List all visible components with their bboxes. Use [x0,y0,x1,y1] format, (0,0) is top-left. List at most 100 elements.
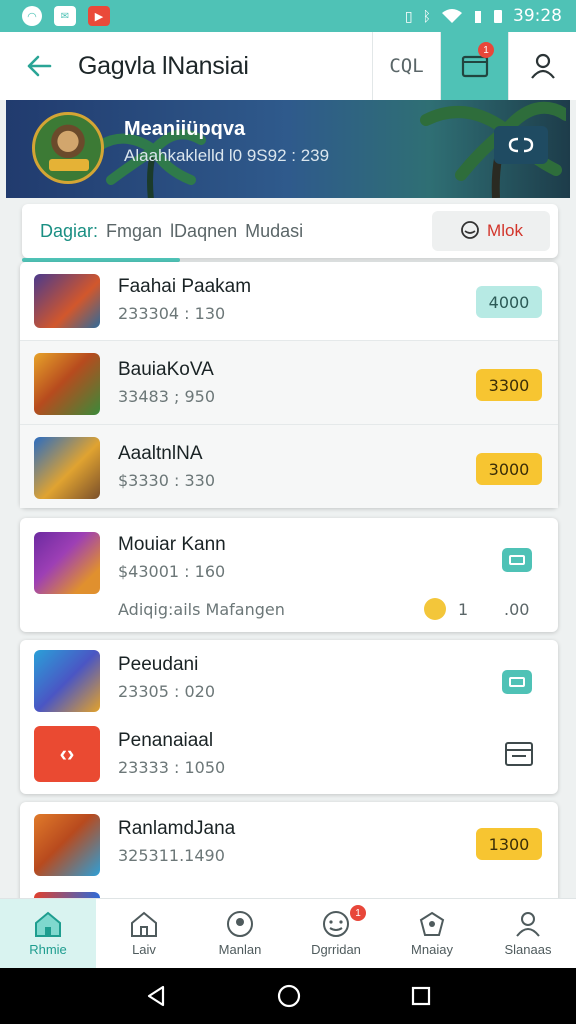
item-title: BauiaKoVA [118,359,214,380]
code-button[interactable]: CQL [372,32,440,100]
nav-item-dgrridan[interactable]: 1 Dgrridan [288,899,384,968]
game-list-card-3: RanlamdJana 325311.1490 1300 [20,802,558,912]
user-icon [530,53,555,79]
nav-item-mnaiay[interactable]: Mnaiay [384,899,480,968]
status-bar: ◠ ✉ ▶ ▯ ᛒ 39:28 [0,0,576,32]
emoji-icon [424,598,446,620]
chat-icon [461,221,479,239]
stat-b: .00 [504,600,530,619]
profile-subtitle: Alaahkaklelld l0 9S92 : 239 [124,146,330,165]
house-outline-icon [131,911,157,937]
nav-label: Laiv [132,942,156,957]
person-icon [516,912,540,937]
item-title: Peeudani [118,654,199,675]
system-navigation [0,968,576,1024]
list-item[interactable]: AaaltnlNA $3330 : 330 3000 [20,424,558,508]
nav-label: Manlan [218,942,262,957]
nav-item-home[interactable]: Rhmie [0,899,96,968]
game-thumbnail [34,274,100,328]
item-subtitle: 325311.1490 [118,846,225,865]
inbox-button[interactable]: 1 [440,32,508,100]
play-store-icon: ▶ [88,6,110,26]
profile-button[interactable] [508,32,576,100]
tab-mudasi[interactable]: Mudasi [245,221,303,242]
item-subtitle: 233304 : 130 [118,304,226,323]
avatar[interactable] [32,112,104,184]
nav-item-manlan[interactable]: Manlan [192,899,288,968]
vibrate-icon: ▯ [404,7,413,24]
list-item[interactable]: BauiaKoVA 33483 ; 950 3300 [20,340,558,424]
clock: 39:28 [513,6,562,26]
list-item[interactable]: Peeudani 23305 : 020 [20,640,558,716]
game-list-card: Faahai Paakam 233304 : 130 4000 BauiaKoV… [20,262,558,508]
game-thumbnail [34,437,100,499]
nav-item-laiv[interactable]: Laiv [96,899,192,968]
item-subtitle: $3330 : 330 [118,471,215,490]
game-thumbnail [34,353,100,415]
price-badge[interactable]: 1300 [476,828,542,860]
stat-a: 1 [458,600,469,619]
category-tabs: Dagiar: Fmgan lDaqnen Mudasi Mlok [22,204,558,262]
star-shield-icon [419,911,445,936]
item-title: Penanaiaal [118,730,214,751]
nav-item-slanaas[interactable]: Slanaas [480,899,576,968]
price-badge[interactable]: 3000 [476,453,542,485]
item-note: Adiqig:ails Mafangen [118,600,285,619]
nav-label: Slanaas [504,942,552,957]
system-recents-icon[interactable] [410,985,432,1007]
page-title: Gagvla lNansiai [78,51,249,80]
calendar-icon[interactable] [504,740,534,768]
game-thumbnail: ‹› [34,726,100,782]
bluetooth-icon: ᛒ [422,8,431,24]
item-title: Mouiar Kann [118,534,226,555]
back-arrow-icon [27,55,52,77]
nav-label: Dgrridan [311,942,361,957]
tab-fmgan[interactable]: Fmgan [106,221,162,242]
battery-icon [494,10,502,23]
item-title: AaaltnlNA [118,443,203,464]
face-icon [323,911,349,937]
list-item[interactable]: ‹› Penanaiaal 23333 : 1050 [20,716,558,794]
action-mini-button[interactable] [502,670,532,694]
game-thumbnail [34,814,100,876]
notification-circle-icon: ◠ [22,6,42,26]
system-home-icon[interactable] [276,983,302,1009]
tab-dagiar[interactable]: Dagiar: [40,221,98,242]
chat-action-button[interactable]: Mlok [432,211,550,251]
notification-badge: 1 [478,42,494,58]
tab-ldaqnen[interactable]: lDaqnen [170,221,237,242]
item-subtitle: 33483 ; 950 [118,387,215,406]
item-subtitle: $43001 : 160 [118,562,226,581]
circle-badge-icon [227,911,253,937]
game-thumbnail [34,532,100,594]
item-subtitle: 23305 : 020 [118,682,215,701]
home-icon [35,911,61,937]
link-icon [508,137,534,153]
game-list-card-2: Peeudani 23305 : 020 ‹› Penanaiaal 23333… [20,640,558,794]
price-badge[interactable]: 3300 [476,369,542,401]
code-label: CQL [389,55,424,77]
link-button[interactable] [494,126,548,164]
game-detail-card: Mouiar Kann $43001 : 160 Adiqig:ails Maf… [20,518,558,632]
bottom-navigation: Rhmie Laiv Manlan 1 Dgrridan Mnaiay Slan… [0,898,576,968]
app-header: Gagvla lNansiai CQL 1 [0,32,576,100]
nav-badge: 1 [350,905,366,921]
item-title: Faahai Paakam [118,276,252,297]
action-mini-button[interactable] [502,548,532,572]
status-indicators: ▯ ᛒ 39:28 [405,6,562,26]
chat-action-label: Mlok [487,221,523,240]
nav-label: Mnaiay [411,942,453,957]
profile-name: Meaniiüpqva [124,118,246,140]
wifi-icon [442,9,462,23]
nav-label: Rhmie [29,942,67,957]
list-item[interactable]: Faahai Paakam 233304 : 130 4000 [20,262,558,340]
signal-icon [475,11,481,23]
game-thumbnail [34,650,100,712]
item-subtitle: 23333 : 1050 [118,758,226,777]
mail-icon: ✉ [54,6,76,26]
price-badge[interactable]: 4000 [476,286,542,318]
profile-banner: Meaniiüpqva Alaahkaklelld l0 9S92 : 239 [6,100,570,198]
back-button[interactable] [0,32,78,100]
item-title: RanlamdJana [118,818,236,839]
system-back-icon[interactable] [144,984,168,1008]
